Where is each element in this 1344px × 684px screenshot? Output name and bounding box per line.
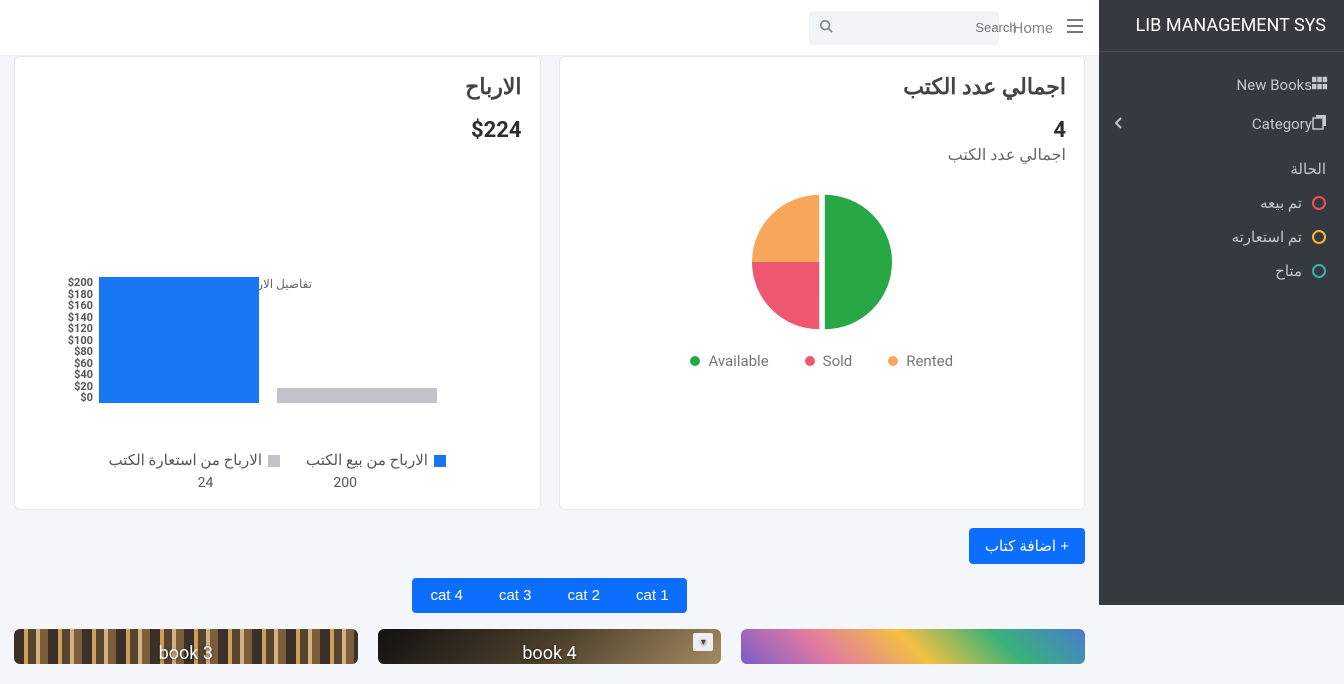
status-label: تم استعارته xyxy=(1232,228,1302,246)
sidebar-item-new-books[interactable]: New Books xyxy=(1099,66,1344,104)
bar-chart: $200 $180 $160 $140 $120 $100 $80 $60 $4… xyxy=(33,277,522,427)
book-title: book 3 xyxy=(159,643,213,664)
status-dot-icon xyxy=(1312,196,1326,210)
tab-cat-2[interactable]: cat 2 xyxy=(550,578,619,613)
status-label: متاح xyxy=(1275,262,1302,280)
bar-rentals xyxy=(277,388,437,403)
status-sold[interactable]: تم بيعه xyxy=(1099,186,1344,220)
tab-cat-1[interactable]: cat 1 xyxy=(618,578,687,613)
dot-icon xyxy=(888,356,898,366)
status-dot-icon xyxy=(1312,264,1326,278)
legend-sold: Sold xyxy=(805,352,853,370)
action-row: + اضافة كتاب xyxy=(14,528,1085,564)
book-title: book 4 xyxy=(522,643,576,664)
sidebar-item-label: New Books xyxy=(1237,76,1312,94)
search-icon xyxy=(819,18,833,37)
sidebar: LIB MANAGEMENT SYS New Books Category ال… xyxy=(1099,0,1344,605)
sidebar-item-label: Category xyxy=(1252,115,1312,133)
search-input[interactable] xyxy=(841,20,1017,35)
add-book-button[interactable]: + اضافة كتاب xyxy=(969,528,1085,564)
total-books-value: 4 xyxy=(578,118,1067,143)
card-title: اجمالي عدد الكتب xyxy=(578,75,1067,100)
sidebar-nav: New Books Category xyxy=(1099,52,1344,150)
sales-value: 200 xyxy=(333,475,357,491)
totals-card: اجمالي عدد الكتب 4 اجمالي عدد الكتب Avai… xyxy=(559,56,1086,510)
sidebar-heading-status: الحالة xyxy=(1099,150,1344,186)
square-icon xyxy=(268,455,280,467)
status-label: تم بيعه xyxy=(1260,194,1302,212)
tab-cat-4[interactable]: cat 4 xyxy=(412,578,481,613)
category-tabs: cat 4 cat 3 cat 2 cat 1 xyxy=(14,578,1085,613)
copy-icon xyxy=(1312,114,1328,134)
legend-rented: Rented xyxy=(888,352,953,370)
legend-sales: الارباح من بيع الكتب xyxy=(306,451,446,469)
book-card[interactable]: book 4 ▾ xyxy=(378,629,722,664)
total-books-subtitle: اجمالي عدد الكتب xyxy=(578,145,1067,164)
hamburger-icon[interactable] xyxy=(1067,18,1083,37)
rentals-value: 24 xyxy=(198,475,214,491)
main: Home الارباح $224 $200 $180 $160 $140 $1… xyxy=(0,0,1099,684)
pie-legend: Available Sold Rented xyxy=(578,352,1067,370)
caret-down-icon[interactable]: ▾ xyxy=(693,633,713,651)
pie-chart xyxy=(578,192,1067,332)
profits-card: الارباح $224 $200 $180 $160 $140 $120 $1… xyxy=(14,56,541,510)
bar-plot xyxy=(99,277,522,403)
profits-values: 200 24 xyxy=(33,475,522,491)
square-icon xyxy=(434,455,446,467)
dot-icon xyxy=(690,356,700,366)
book-card[interactable] xyxy=(741,629,1085,664)
legend-available: Available xyxy=(690,352,768,370)
status-available[interactable]: متاح xyxy=(1099,254,1344,288)
cards-row: الارباح $224 $200 $180 $160 $140 $120 $1… xyxy=(14,56,1085,510)
content: الارباح $224 $200 $180 $160 $140 $120 $1… xyxy=(0,56,1099,684)
profits-legend: الارباح من بيع الكتب الارباح من استعارة … xyxy=(33,451,522,469)
tab-cat-3[interactable]: cat 3 xyxy=(481,578,550,613)
nav-home[interactable]: Home xyxy=(1013,19,1053,37)
brand-title: LIB MANAGEMENT SYS xyxy=(1099,0,1344,52)
card-title: الارباح xyxy=(33,75,522,100)
status-dot-icon xyxy=(1312,230,1326,244)
book-grid: book 3 book 4 ▾ xyxy=(14,629,1085,664)
bar-sales xyxy=(99,277,259,403)
legend-rentals: الارباح من استعارة الكتب xyxy=(109,451,280,469)
chevron-left-icon xyxy=(1115,117,1123,132)
y-axis-labels: $200 $180 $160 $140 $120 $100 $80 $60 $4… xyxy=(33,277,93,403)
search-input-wrap[interactable] xyxy=(809,11,999,45)
book-card[interactable]: book 3 xyxy=(14,629,358,664)
status-rented[interactable]: تم استعارته xyxy=(1099,220,1344,254)
sidebar-item-category[interactable]: Category xyxy=(1099,104,1344,144)
dot-icon xyxy=(805,356,815,366)
topbar: Home xyxy=(0,0,1099,56)
profits-amount: $224 xyxy=(33,118,522,143)
grid-icon xyxy=(1312,76,1328,94)
